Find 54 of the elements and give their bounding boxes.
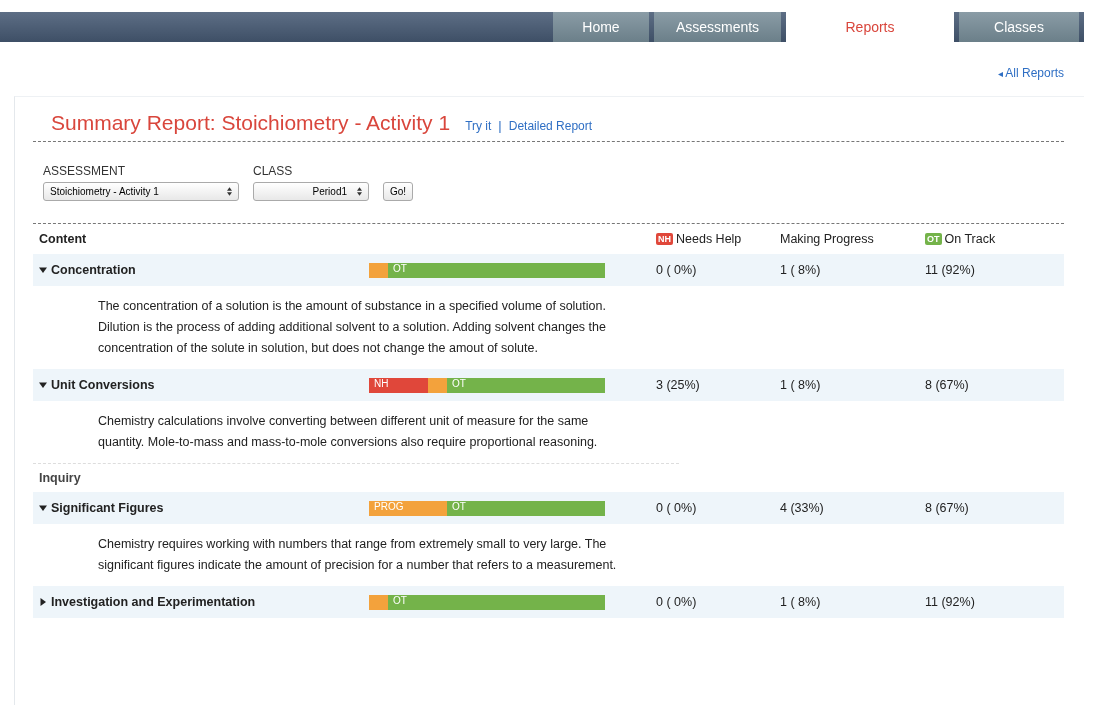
category-heading: Inquiry: [39, 471, 81, 485]
column-header: Needs Help: [676, 232, 742, 246]
topic-row[interactable]: Investigation and Experimentation OT 0 ( 0%) 1 ( 8%) 11 (92%): [33, 586, 1064, 618]
all-reports-link[interactable]: ◂ All Reports: [997, 66, 1064, 88]
column-header: Making Progress: [780, 232, 874, 246]
topic-row[interactable]: Significant Figures PROG OT 0 ( 0%) 4 (33%) 8 (67%): [33, 492, 1064, 524]
status-badge: NH: [656, 233, 673, 245]
bar-segment: OT: [387, 594, 605, 610]
topic-title: Concentration: [51, 263, 136, 277]
caret-icon[interactable]: [39, 381, 47, 389]
topic-row[interactable]: Concentration OT 0 ( 0%) 1 ( 8%) 11 (92%): [33, 254, 1064, 286]
bar-segment: OT: [446, 500, 605, 516]
count-cell: 0 ( 0%): [656, 595, 697, 609]
count-cell: 11 (92%): [925, 595, 975, 609]
count-cell: 8 (67%): [925, 378, 969, 392]
select-dropdown[interactable]: Period1: [253, 182, 369, 201]
caret-icon[interactable]: [39, 266, 47, 274]
topic-description: Chemistry calculations involve converting between different unit of measure for the same quantity. Mole-to-mass and mass-to-mole conversions also require proportional reasoning.: [97, 413, 599, 451]
caret-icon[interactable]: [39, 504, 47, 512]
filter-label: CLASS: [253, 164, 294, 178]
count-cell: 11 (92%): [925, 263, 975, 277]
bar-segment: OT: [387, 262, 605, 278]
count-cell: 1 ( 8%): [780, 595, 821, 609]
count-cell: 3 (25%): [656, 378, 700, 392]
count-cell: 0 ( 0%): [656, 263, 697, 277]
bar-segment: PROG: [369, 500, 447, 516]
column-header: Content: [39, 232, 87, 246]
count-cell: 1 ( 8%): [780, 378, 821, 392]
topic-title: Unit Conversions: [51, 378, 155, 392]
topic-title: Significant Figures: [51, 501, 164, 515]
count-cell: 1 ( 8%): [780, 263, 821, 277]
count-cell: 8 (67%): [925, 501, 969, 515]
go-button[interactable]: Go!: [383, 182, 414, 201]
nav-tab[interactable]: Reports: [786, 12, 954, 42]
bar-segment: [428, 377, 447, 393]
detailed-report-link[interactable]: Detailed Report: [508, 119, 593, 133]
updown-arrows-icon: [357, 187, 362, 196]
filter-label: ASSESSMENT: [43, 164, 127, 178]
topic-title: Investigation and Experimentation: [51, 595, 256, 609]
bar-segment: OT: [446, 377, 605, 393]
bar-segment: NH: [369, 377, 428, 393]
count-cell: 4 (33%): [780, 501, 824, 515]
topic-description: Chemistry requires working with numbers that range from extremely small to very large. The significant figures indicate the amount of precision for a number that refers to a measurement.: [97, 536, 618, 574]
select-dropdown[interactable]: Stoichiometry - Activity 1: [43, 182, 239, 201]
link-separator: |: [498, 118, 502, 133]
topic-row[interactable]: Unit Conversions NH OT 3 (25%) 1 ( 8%) 8 (67%): [33, 369, 1064, 401]
topic-description: The concentration of a solution is the amount of substance in a specified volume of solution. Dilution is the process of adding additional solvent to a solution. Adding solvent changes the concentration of the solute in solution, but does not change the amout of solute.: [97, 298, 607, 357]
count-cell: 0 ( 0%): [656, 501, 697, 515]
updown-arrows-icon: [227, 187, 232, 196]
column-header: On Track: [944, 232, 996, 246]
report-title: Summary Report: Stoichiometry - Activity 1: [51, 111, 451, 135]
try-it-link[interactable]: Try it: [465, 119, 492, 133]
status-badge: OT: [925, 233, 942, 245]
caret-icon[interactable]: [39, 598, 47, 606]
